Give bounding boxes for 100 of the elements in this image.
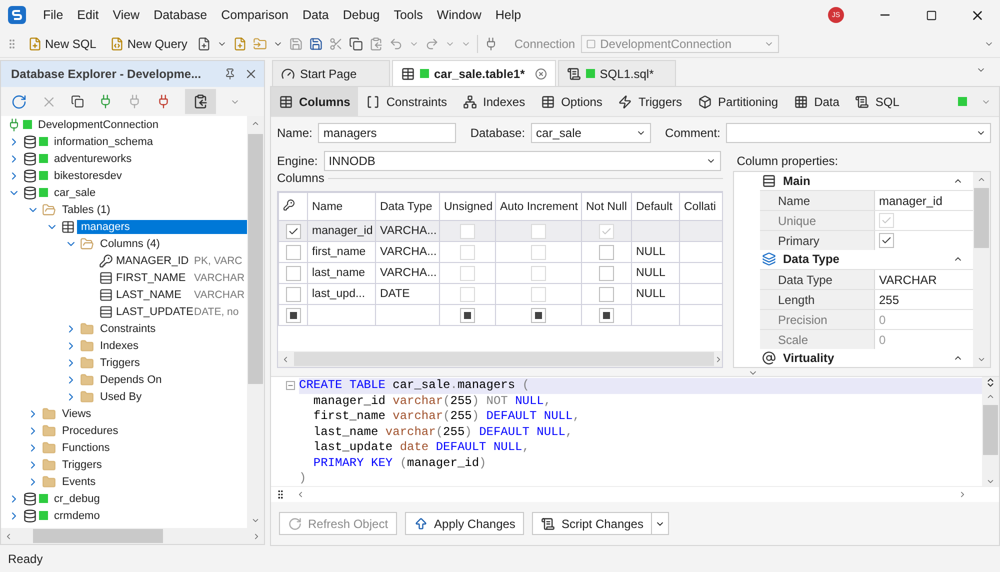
- tree-item[interactable]: Tables (1): [58, 202, 114, 216]
- editor-tab[interactable]: Triggers: [610, 87, 690, 116]
- tree-item[interactable]: Used By: [96, 390, 146, 404]
- document-tab[interactable]: Start Page: [272, 60, 390, 86]
- editor-tab[interactable]: Indexes: [455, 87, 534, 116]
- menu-item[interactable]: View: [106, 8, 147, 22]
- group-title[interactable]: Virtuality: [783, 350, 946, 365]
- checkbox[interactable]: [599, 308, 614, 322]
- tree-item[interactable]: bikestoresdev: [50, 168, 126, 182]
- menu-item[interactable]: Comparison: [214, 8, 296, 22]
- tree-item[interactable]: Triggers: [96, 356, 144, 370]
- tree-item[interactable]: MANAGER_ID: [115, 254, 191, 268]
- tree-item[interactable]: information_schema: [50, 134, 158, 148]
- save-icon: [309, 36, 324, 50]
- property-value[interactable]: 255: [875, 290, 973, 309]
- tree-item[interactable]: managers: [77, 220, 247, 234]
- checkbox[interactable]: [286, 266, 300, 280]
- checkbox[interactable]: [460, 308, 475, 322]
- checkbox[interactable]: [286, 244, 300, 260]
- scrollbar[interactable]: [973, 172, 990, 367]
- tree-item[interactable]: Views: [58, 406, 96, 420]
- property-value[interactable]: manager_id: [875, 191, 973, 210]
- up-arrow-icon: [414, 516, 428, 530]
- checkbox[interactable]: [599, 286, 614, 302]
- name-field[interactable]: managers: [318, 123, 456, 143]
- tree-item[interactable]: Columns (4): [96, 236, 164, 250]
- maximize-icon[interactable]: [926, 10, 936, 20]
- menu-item[interactable]: Edit: [70, 8, 106, 22]
- tree-item[interactable]: car_sale: [50, 186, 100, 200]
- close-icon[interactable]: [244, 67, 258, 81]
- checkbox[interactable]: [599, 244, 614, 260]
- undo-icon: [389, 36, 404, 50]
- copy-icon: [349, 36, 364, 50]
- checkbox[interactable]: [879, 233, 894, 248]
- table-icon: [61, 220, 75, 234]
- menu-item[interactable]: File: [36, 8, 70, 22]
- square-icon: [586, 38, 596, 48]
- document-tab[interactable]: car_sale.table1*: [392, 60, 556, 86]
- checkbox[interactable]: [286, 286, 300, 302]
- tree-item[interactable]: cr_debug: [50, 492, 104, 506]
- menu-item[interactable]: Window: [430, 8, 488, 22]
- checkbox[interactable]: [286, 308, 300, 322]
- sql-editor[interactable]: CREATE TABLE car_sale.managers ( manager_id varchar(255) NOT NULL, first_name varchar(255) DEFAULT NULL, last_name varchar(255) DEFAULT NULL, last_update date DEFAULT NULL, PRIMARY KEY (manager_id) ): [271, 376, 999, 486]
- toolbar-button[interactable]: New SQL: [24, 36, 100, 50]
- property-label: Primary: [760, 231, 875, 250]
- database-select[interactable]: car_sale: [531, 123, 652, 143]
- tree-item[interactable]: DevelopmentConnection: [34, 118, 162, 132]
- property-label: Data Type: [760, 270, 875, 289]
- menu-item[interactable]: Debug: [336, 8, 387, 22]
- property-label: Precision: [760, 310, 875, 329]
- editor-tab[interactable]: Options: [533, 87, 610, 116]
- column-icon: [99, 288, 113, 302]
- tree-item[interactable]: adventureworks: [50, 152, 136, 166]
- tree-item[interactable]: Triggers: [58, 458, 106, 472]
- menu-item[interactable]: Database: [146, 8, 214, 22]
- new-file-icon: [233, 36, 248, 50]
- column-type: PK, VARC: [194, 254, 242, 266]
- split-icon[interactable]: [985, 377, 996, 388]
- toolbar-toggle[interactable]: [185, 89, 216, 114]
- folder-icon: [42, 458, 56, 472]
- remove-connection-icon: [156, 94, 171, 109]
- action-button[interactable]: Script Changes: [532, 512, 652, 535]
- database-icon: [23, 186, 37, 200]
- split-icon[interactable]: [275, 489, 286, 500]
- menu-item[interactable]: Tools: [386, 8, 430, 22]
- tree-item[interactable]: Indexes: [96, 338, 143, 352]
- group-title[interactable]: Data Type: [783, 252, 946, 266]
- action-button[interactable]: Apply Changes: [405, 512, 524, 535]
- editor-tab[interactable]: SQL: [847, 87, 908, 116]
- editor-tab[interactable]: Columns: [271, 87, 358, 116]
- redo-icon: [425, 36, 440, 50]
- document-tab[interactable]: SQL1.sql*: [558, 60, 676, 86]
- menu-item[interactable]: Help: [488, 8, 528, 22]
- column-icon: [762, 174, 776, 188]
- scrollbar[interactable]: [982, 377, 999, 486]
- editor-tab[interactable]: Data: [786, 87, 848, 116]
- editor-tab[interactable]: Constraints: [358, 87, 456, 116]
- engine-select[interactable]: INNODB: [324, 151, 721, 171]
- tree-item[interactable]: Depends On: [96, 372, 166, 386]
- tree-item[interactable]: Constraints: [96, 322, 160, 336]
- scrollbar[interactable]: [278, 351, 722, 367]
- property-value[interactable]: VARCHAR: [875, 270, 973, 289]
- gauge-icon: [281, 66, 295, 80]
- toolbar-button[interactable]: New Query: [106, 36, 192, 50]
- tree-item[interactable]: FIRST_NAME: [115, 270, 191, 284]
- tree-item[interactable]: Functions: [58, 440, 114, 454]
- folder-icon: [80, 338, 94, 352]
- fold-toggle[interactable]: [286, 381, 295, 390]
- tree-item[interactable]: Procedures: [58, 424, 122, 438]
- tree-item[interactable]: Events: [58, 474, 100, 488]
- checkbox[interactable]: [599, 266, 614, 280]
- checkbox[interactable]: [531, 308, 546, 322]
- group-title[interactable]: Main: [783, 174, 946, 188]
- tree-item[interactable]: LAST_UPDATE: [115, 304, 191, 318]
- menu-item[interactable]: Data: [295, 8, 336, 22]
- tree-item[interactable]: crmdemo: [50, 508, 104, 522]
- editor-tab[interactable]: Partitioning: [690, 87, 786, 116]
- tree-item[interactable]: LAST_NAME: [115, 288, 191, 302]
- scrollbar[interactable]: [1, 528, 264, 544]
- checkbox[interactable]: [286, 224, 300, 238]
